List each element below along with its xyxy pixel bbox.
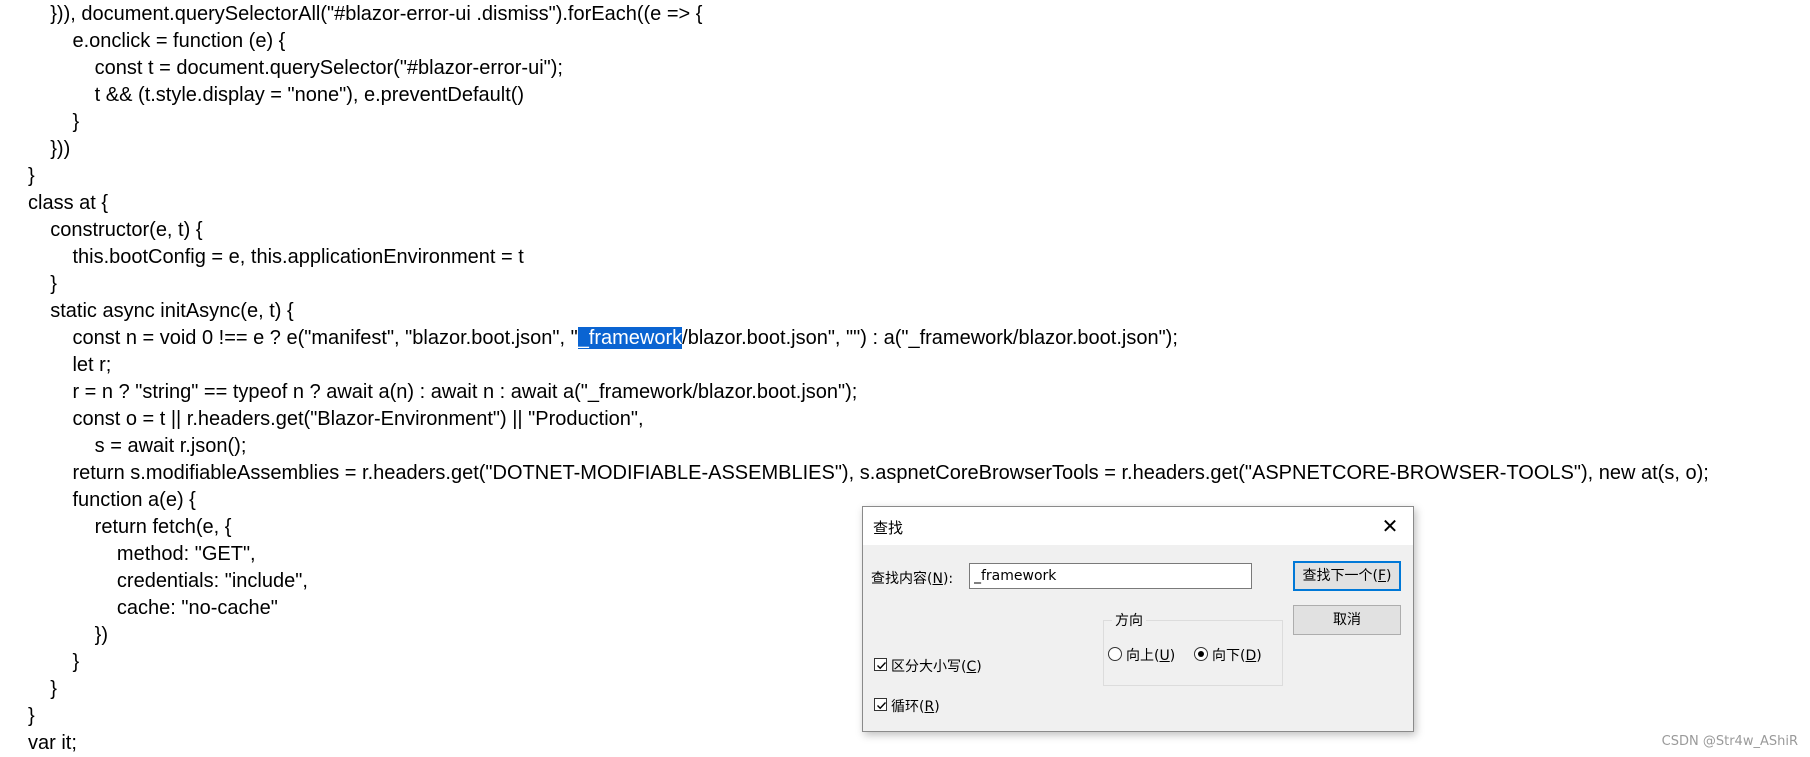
code-line: static async initAsync(e, t) { [28, 300, 294, 322]
match-case-label[interactable]: 区分大小写(C) [891, 656, 982, 676]
code-line: const t = document.querySelector("#blazo… [28, 57, 563, 79]
direction-down-radio[interactable] [1194, 647, 1208, 661]
code-line: this.bootConfig = e, this.applicationEnv… [28, 246, 524, 268]
watermark: CSDN @Str4w_AShiR [1661, 734, 1798, 749]
code-line: return fetch(e, { [28, 516, 232, 538]
direction-group: 方向 向上(U) 向下(D) [1103, 610, 1283, 686]
code-line: let r; [28, 354, 112, 376]
wrap-around-label[interactable]: 循环(R) [891, 696, 940, 716]
find-what-label: 查找内容(N): [871, 571, 954, 587]
check-icon [877, 702, 887, 710]
code-line: var it; [28, 732, 77, 754]
code-line: } [28, 273, 57, 295]
direction-down-label[interactable]: 向下(D) [1212, 645, 1262, 665]
find-dialog: 查找 ✕ 查找内容(N): 查找下一个(F) 取消 方向 向上(U) 向下(D)… [862, 506, 1414, 732]
code-line: } [28, 678, 57, 700]
code-text: /blazor.boot.json", "") : a("_framework/… [682, 327, 1178, 349]
code-line: constructor(e, t) { [28, 219, 203, 241]
code-line: function a(e) { [28, 489, 196, 511]
code-line: } [28, 111, 80, 133]
direction-up-radio[interactable] [1108, 647, 1122, 661]
code-line: } [28, 651, 80, 673]
code-line: } [28, 165, 35, 187]
code-line: method: "GET", [28, 543, 256, 565]
code-line: cache: "no-cache" [28, 597, 278, 619]
code-line: const o = t || r.headers.get("Blazor-Env… [28, 408, 644, 430]
dialog-titlebar: 查找 ✕ [863, 507, 1413, 545]
code-line: })), document.querySelectorAll("#blazor-… [28, 3, 703, 25]
find-what-input[interactable] [969, 563, 1252, 589]
code-line: })) [28, 138, 71, 160]
find-next-button[interactable]: 查找下一个(F) [1293, 561, 1401, 591]
code-line: t && (t.style.display = "none"), e.preve… [28, 84, 525, 106]
code-line: credentials: "include", [28, 570, 308, 592]
check-icon [877, 662, 887, 670]
code-line: r = n ? "string" == typeof n ? await a(n… [28, 381, 858, 403]
code-line: e.onclick = function (e) { [28, 30, 286, 52]
close-icon[interactable]: ✕ [1367, 507, 1413, 545]
cancel-button[interactable]: 取消 [1293, 605, 1401, 635]
dialog-title: 查找 [873, 519, 904, 537]
code-line: return s.modifiableAssemblies = r.header… [28, 462, 1709, 484]
radio-dot-icon [1198, 651, 1204, 657]
code-line: } [28, 705, 35, 727]
code-line: }) [28, 624, 109, 646]
code-text: const n = void 0 !== e ? e("manifest", "… [28, 327, 578, 349]
code-line: const n = void 0 !== e ? e("manifest", "… [28, 325, 1178, 352]
code-line: s = await r.json(); [28, 435, 247, 457]
search-match-highlight: _framework [577, 327, 683, 349]
match-case-checkbox[interactable] [874, 658, 887, 671]
code-line: class at { [28, 192, 109, 214]
wrap-around-checkbox[interactable] [874, 698, 887, 711]
direction-up-label[interactable]: 向上(U) [1126, 645, 1175, 665]
direction-label: 方向 [1112, 610, 1146, 630]
